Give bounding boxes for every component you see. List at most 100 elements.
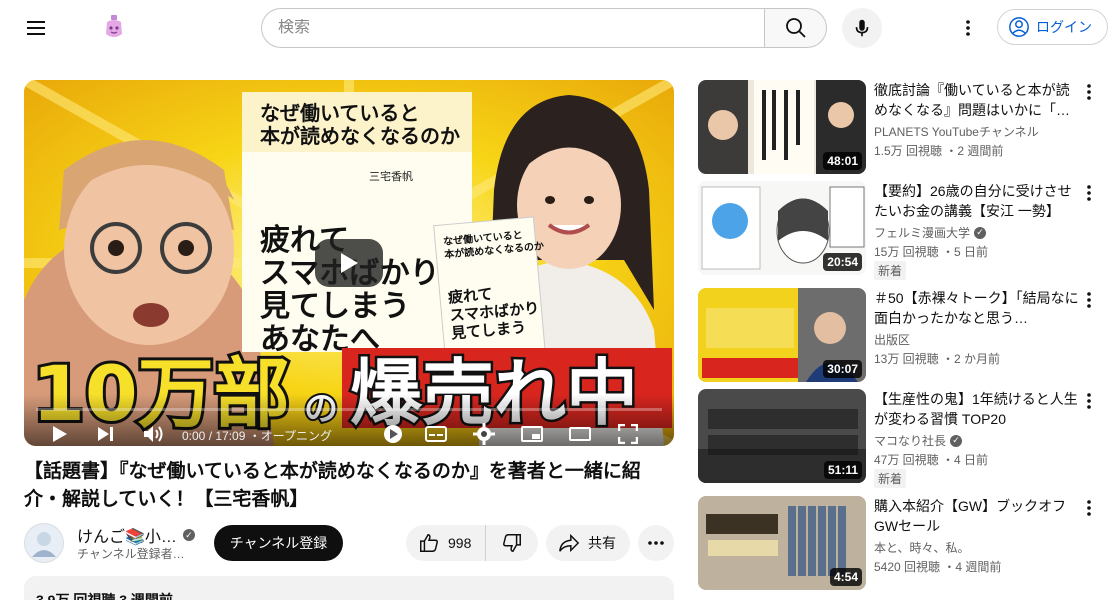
time-display: 0:00 / 17:09 ・オープニング <box>182 429 333 443</box>
microphone-icon <box>855 19 869 37</box>
recommended-meta: 5420 回視聴 ・4 週間前 <box>874 560 1002 574</box>
share-button[interactable]: 共有 <box>546 525 630 561</box>
recommended-thumbnail[interactable]: 51:11 <box>698 389 866 483</box>
channel-avatar[interactable] <box>24 523 64 563</box>
login-button[interactable]: ログイン <box>997 9 1108 45</box>
mute-button[interactable] <box>140 422 168 446</box>
recommended-channel: マコなり社長 ✓ <box>874 432 963 449</box>
login-label: ログイン <box>1036 19 1092 35</box>
new-badge: 新着 <box>874 261 907 280</box>
vertical-dots-icon <box>1087 292 1091 308</box>
video-duration: 20:54 <box>823 253 862 271</box>
verified-check-icon: ✓ <box>182 529 195 541</box>
settings-more-button[interactable] <box>952 12 984 44</box>
vertical-dots-icon <box>1087 393 1091 409</box>
recommended-video[interactable]: 51:11 【生産性の鬼】1年続けると人生が変わる習慣 TOP20 マコなり社長… <box>698 389 1098 488</box>
subtitles-button[interactable] <box>422 422 450 446</box>
search-input[interactable] <box>278 19 764 37</box>
recommended-meta: 1.5万 回視聴 ・2 週間前 <box>874 144 1004 158</box>
hamburger-menu-button[interactable] <box>16 8 56 48</box>
more-actions-button[interactable] <box>638 525 674 561</box>
recommended-channel-name: PLANETS YouTubeチャンネル <box>874 125 1039 139</box>
settings-button[interactable] <box>470 422 498 446</box>
recommended-more-button[interactable] <box>1080 496 1098 520</box>
share-label: 共有 <box>588 535 616 551</box>
verified-check-icon: ✓ <box>974 226 987 239</box>
video-duration: 4:54 <box>829 568 862 586</box>
recommended-channel: 出版区 <box>874 331 910 348</box>
description-box[interactable]: 3.9万 回視聴 3 週間前 <box>24 576 674 600</box>
play-icon <box>341 253 358 273</box>
recommended-more-button[interactable] <box>1080 389 1098 413</box>
play-button[interactable] <box>46 422 74 446</box>
skip-next-icon <box>98 427 113 441</box>
recommended-more-button[interactable] <box>1080 288 1098 312</box>
recommended-channel: フェルミ漫画大学 ✓ <box>874 224 987 241</box>
like-button[interactable]: 998 <box>406 525 486 561</box>
player-controls: 0:00 / 17:09 ・オープニング <box>24 394 674 446</box>
share-icon <box>559 533 580 553</box>
video-duration: 48:01 <box>823 152 862 170</box>
recommended-meta: 47万 回視聴 ・4 日前 <box>874 453 989 467</box>
recommended-channel-name: マコなり社長 <box>874 434 947 448</box>
voice-search-button[interactable] <box>842 8 882 48</box>
search-button[interactable] <box>764 8 827 48</box>
video-title: 【話題書】『なぜ働いていると本が読めなくなるのか』を著者と一緒に紹介・解説してい… <box>24 461 641 510</box>
recommended-thumbnail[interactable]: 30:07 <box>698 288 866 382</box>
recommended-video[interactable]: 30:07 ＃50【赤裸々トーク】「結局なに面白かったかなと思う… 出版区 13… <box>698 288 1098 382</box>
subscriber-count: チャンネル登録者… <box>77 547 185 561</box>
dislike-button[interactable] <box>486 525 538 561</box>
volume-icon <box>144 426 163 442</box>
play-overlay-button[interactable] <box>315 239 383 287</box>
theater-mode-button[interactable] <box>566 422 594 446</box>
avatar-image <box>32 532 56 557</box>
channel-name[interactable]: けんご📚小… ✓ <box>77 523 195 547</box>
search-box <box>261 8 764 48</box>
account-icon <box>1009 17 1029 37</box>
vertical-dots-icon <box>1087 84 1091 100</box>
svg-text:三宅香帆: 三宅香帆 <box>369 169 413 183</box>
recommended-channel-name: 出版区 <box>874 333 911 347</box>
recommended-channel: 本と、時々、私。 <box>874 539 970 556</box>
recommended-channel-name: 本と、時々、私。 <box>874 541 970 555</box>
recommended-video[interactable]: 20:54 【要約】26歳の自分に受けさせたいお金の講義【安江 一勢】 フェルミ… <box>698 181 1098 280</box>
progress-bar[interactable] <box>36 408 662 411</box>
recommended-thumbnail[interactable]: 48:01 <box>698 80 866 174</box>
recommended-video[interactable]: 48:01 徹底討論『働いていると本が読めなくなる』問題はいかに「… PLANE… <box>698 80 1098 174</box>
next-button[interactable] <box>92 422 120 446</box>
miniplayer-button[interactable] <box>518 422 546 446</box>
fullscreen-icon <box>618 424 638 444</box>
theater-icon <box>569 427 591 441</box>
menu-line <box>27 27 45 29</box>
doodle-logo-icon[interactable] <box>102 14 126 40</box>
new-badge: 新着 <box>874 469 907 488</box>
video-duration: 30:07 <box>823 360 862 378</box>
like-count: 998 <box>448 535 472 551</box>
recommended-channel-name: フェルミ漫画大学 <box>874 226 971 240</box>
recommended-more-button[interactable] <box>1080 80 1098 104</box>
miniplayer-icon <box>521 426 543 442</box>
channel-name-label: けんご📚小… <box>77 529 177 546</box>
recommended-video[interactable]: 4:54 購入本紹介【GW】ブックオフGWセール 本と、時々、私。 5420 回… <box>698 496 1098 590</box>
recommended-thumbnail[interactable]: 4:54 <box>698 496 866 590</box>
recommended-channel: PLANETS YouTubeチャンネル <box>874 123 1039 140</box>
top-bar: ログイン <box>0 0 1109 56</box>
fullscreen-button[interactable] <box>614 422 642 446</box>
recommended-title: 徹底討論『働いていると本が読めなくなる』問題はいかに「… <box>874 82 1070 118</box>
recommended-thumbnail[interactable]: 20:54 <box>698 181 866 275</box>
horizontal-dots-icon <box>648 541 664 545</box>
vertical-dots-icon <box>1087 185 1091 201</box>
svg-text:見てしまう: 見てしまう <box>260 289 410 324</box>
verified-check-icon: ✓ <box>950 434 963 447</box>
search-icon <box>785 18 806 38</box>
video-player[interactable]: なぜ働いていると 本が読めなくなるのか 三宅香帆 疲れて スマホばかり 見てしま… <box>24 80 674 446</box>
views-and-date: 3.9万 回視聴 3 週間前 <box>36 592 173 600</box>
vertical-dots-icon <box>1087 500 1091 516</box>
recommended-title: ＃50【赤裸々トーク】「結局なに面白かったかなと思う… <box>874 290 1079 326</box>
autoplay-toggle[interactable] <box>379 422 407 446</box>
subscribe-button[interactable]: チャンネル登録 <box>214 525 343 561</box>
recommended-more-button[interactable] <box>1080 181 1098 205</box>
gear-icon <box>473 423 495 445</box>
recommended-title: 購入本紹介【GW】ブックオフGWセール <box>874 498 1067 534</box>
recommended-title: 【要約】26歳の自分に受けさせたいお金の講義【安江 一勢】 <box>874 183 1072 219</box>
